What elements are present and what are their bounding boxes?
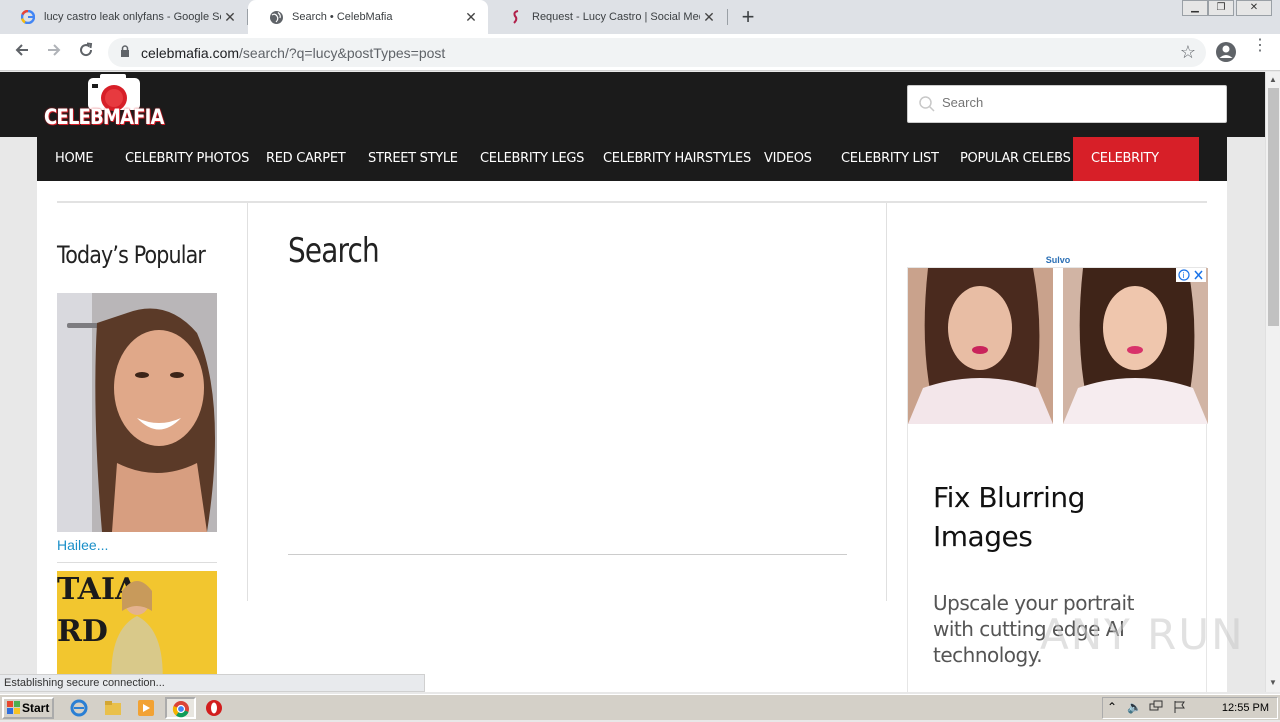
internet-explorer-icon[interactable] [70,699,88,717]
watermark: ANY RUN [1040,610,1245,659]
network-icon[interactable] [1149,700,1163,717]
nav-celebrity-list[interactable]: CELEBRITY LIST [841,137,939,181]
nav-home[interactable]: HOME [55,137,94,181]
arrow-right-icon [48,44,61,56]
tab-title: lucy castro leak onlyfans - Google Se [44,11,221,23]
svg-text:RD: RD [57,614,108,649]
tab-strip: lucy castro leak onlyfans - Google Se ✕ … [0,0,1280,34]
ad-image-left [908,268,1053,424]
restore-button[interactable]: ❐ [1208,0,1234,16]
reload-button[interactable] [74,41,98,65]
column-divider [886,203,887,601]
page-scrollbar[interactable]: ▲ ▼ [1265,72,1280,692]
tab-title: Request - Lucy Castro | Social Media [532,11,700,23]
globe-icon [268,9,284,25]
chrome-icon [172,701,189,718]
minimize-button[interactable]: ▁ [1182,0,1208,16]
lock-icon [120,45,130,63]
nav-street-style[interactable]: STREET STYLE [368,137,458,181]
flag-icon[interactable] [1173,700,1187,717]
windows-logo-icon [7,701,21,720]
ad-image-right [1063,268,1208,424]
svg-text:i: i [1183,271,1185,280]
site-search[interactable] [907,85,1227,123]
url-path: /search/?q=lucy&postTypes=post [239,45,446,61]
tab-separator [727,9,728,25]
start-label: Start [22,701,50,715]
nav-popular-celebs[interactable]: POPULAR CELEBS [960,137,1071,181]
opera-icon[interactable] [205,699,223,717]
search-icon [918,95,936,118]
ad-headline: Fix Blurring Images [933,478,1085,556]
nav-celebrity-hairstyles[interactable]: CELEBRITY HAIRSTYLES [603,137,751,181]
tab-celebmafia-search[interactable]: Search • CelebMafia ✕ [248,0,488,34]
ad-headline-line-2: Images [933,520,1033,553]
tab-title: Search • CelebMafia [292,11,393,23]
close-window-button[interactable]: ✕ [1236,0,1272,16]
media-player-icon[interactable] [137,699,155,717]
popular-photo-1[interactable] [57,293,217,532]
logo-text: CELEBMAFIA [44,105,164,129]
divider [288,554,847,555]
arrow-left-icon [15,44,28,56]
reload-icon [80,42,93,57]
column-divider [247,203,248,601]
url-text: celebmafia.com/search/?q=lucy&postTypes=… [141,45,445,61]
address-bar[interactable]: celebmafia.com/search/?q=lucy&postTypes=… [108,38,1206,67]
sidebar-title: Today’s Popular [57,241,206,269]
tray-expand-icon[interactable]: ⌃ [1107,700,1117,714]
adchoices-icon[interactable]: i [1176,268,1206,282]
divider [57,201,1207,203]
scroll-thumb[interactable] [1268,88,1279,326]
tab-request-lucy[interactable]: Request - Lucy Castro | Social Media ✕ [488,0,726,34]
bookmark-star-icon[interactable]: ☆ [1180,42,1196,63]
tab-google-search[interactable]: lucy castro leak onlyfans - Google Se ✕ [0,0,247,34]
profile-avatar-icon[interactable] [1215,41,1237,68]
divider [57,562,217,563]
popular-caption-link[interactable]: Hailee... [57,537,108,553]
browser-toolbar: celebmafia.com/search/?q=lucy&postTypes=… [0,34,1280,71]
close-tab-icon[interactable]: ✕ [221,9,239,26]
nav-videos[interactable]: VIDEOS [764,137,812,181]
page-title: Search [288,231,380,271]
start-button[interactable]: Start [2,697,54,719]
scroll-down-icon[interactable]: ▼ [1269,678,1277,687]
browser-menu-icon[interactable]: ⋮ [1252,38,1268,54]
chrome-taskbar-button[interactable] [165,697,196,719]
close-tab-icon[interactable]: ✕ [462,9,480,26]
ad-brand-label[interactable]: Sulvo [1024,253,1092,267]
ad-headline-line-1: Fix Blurring [933,481,1085,514]
new-tab-button[interactable]: + [738,5,758,29]
volume-icon[interactable]: 🔈 [1127,700,1142,714]
clock: 12:55 PM [1221,702,1269,714]
close-tab-icon[interactable]: ✕ [700,9,718,26]
nav-red-carpet[interactable]: RED CARPET [266,137,346,181]
google-icon [20,9,36,25]
status-bar: Establishing secure connection... [0,674,425,692]
main-navigation: HOME CELEBRITY PHOTOS RED CARPET STREET … [37,137,1227,210]
url-domain: celebmafia.com [141,45,240,61]
nav-celebrity-photos[interactable]: CELEBRITY PHOTOS [125,137,249,181]
celebmafia-logo[interactable]: CELEBMAFIA [44,72,184,137]
folder-icon[interactable] [104,699,122,717]
scroll-up-icon[interactable]: ▲ [1269,75,1277,84]
web-page: CELEBMAFIA HOME CELEBRITY PHOTOS RED CAR… [0,72,1265,692]
nav-celebrity-style[interactable]: CELEBRITY STYLE [1073,137,1199,210]
site-icon [508,9,524,25]
back-button[interactable] [10,41,34,65]
forward-button[interactable] [42,41,66,65]
system-tray: ⌃ 🔈 12:55 PM [1102,697,1278,719]
search-input[interactable] [942,95,1212,110]
nav-celebrity-legs[interactable]: CELEBRITY LEGS [480,137,584,181]
windows-taskbar: Start ⌃ 🔈 12:55 PM [0,694,1280,720]
